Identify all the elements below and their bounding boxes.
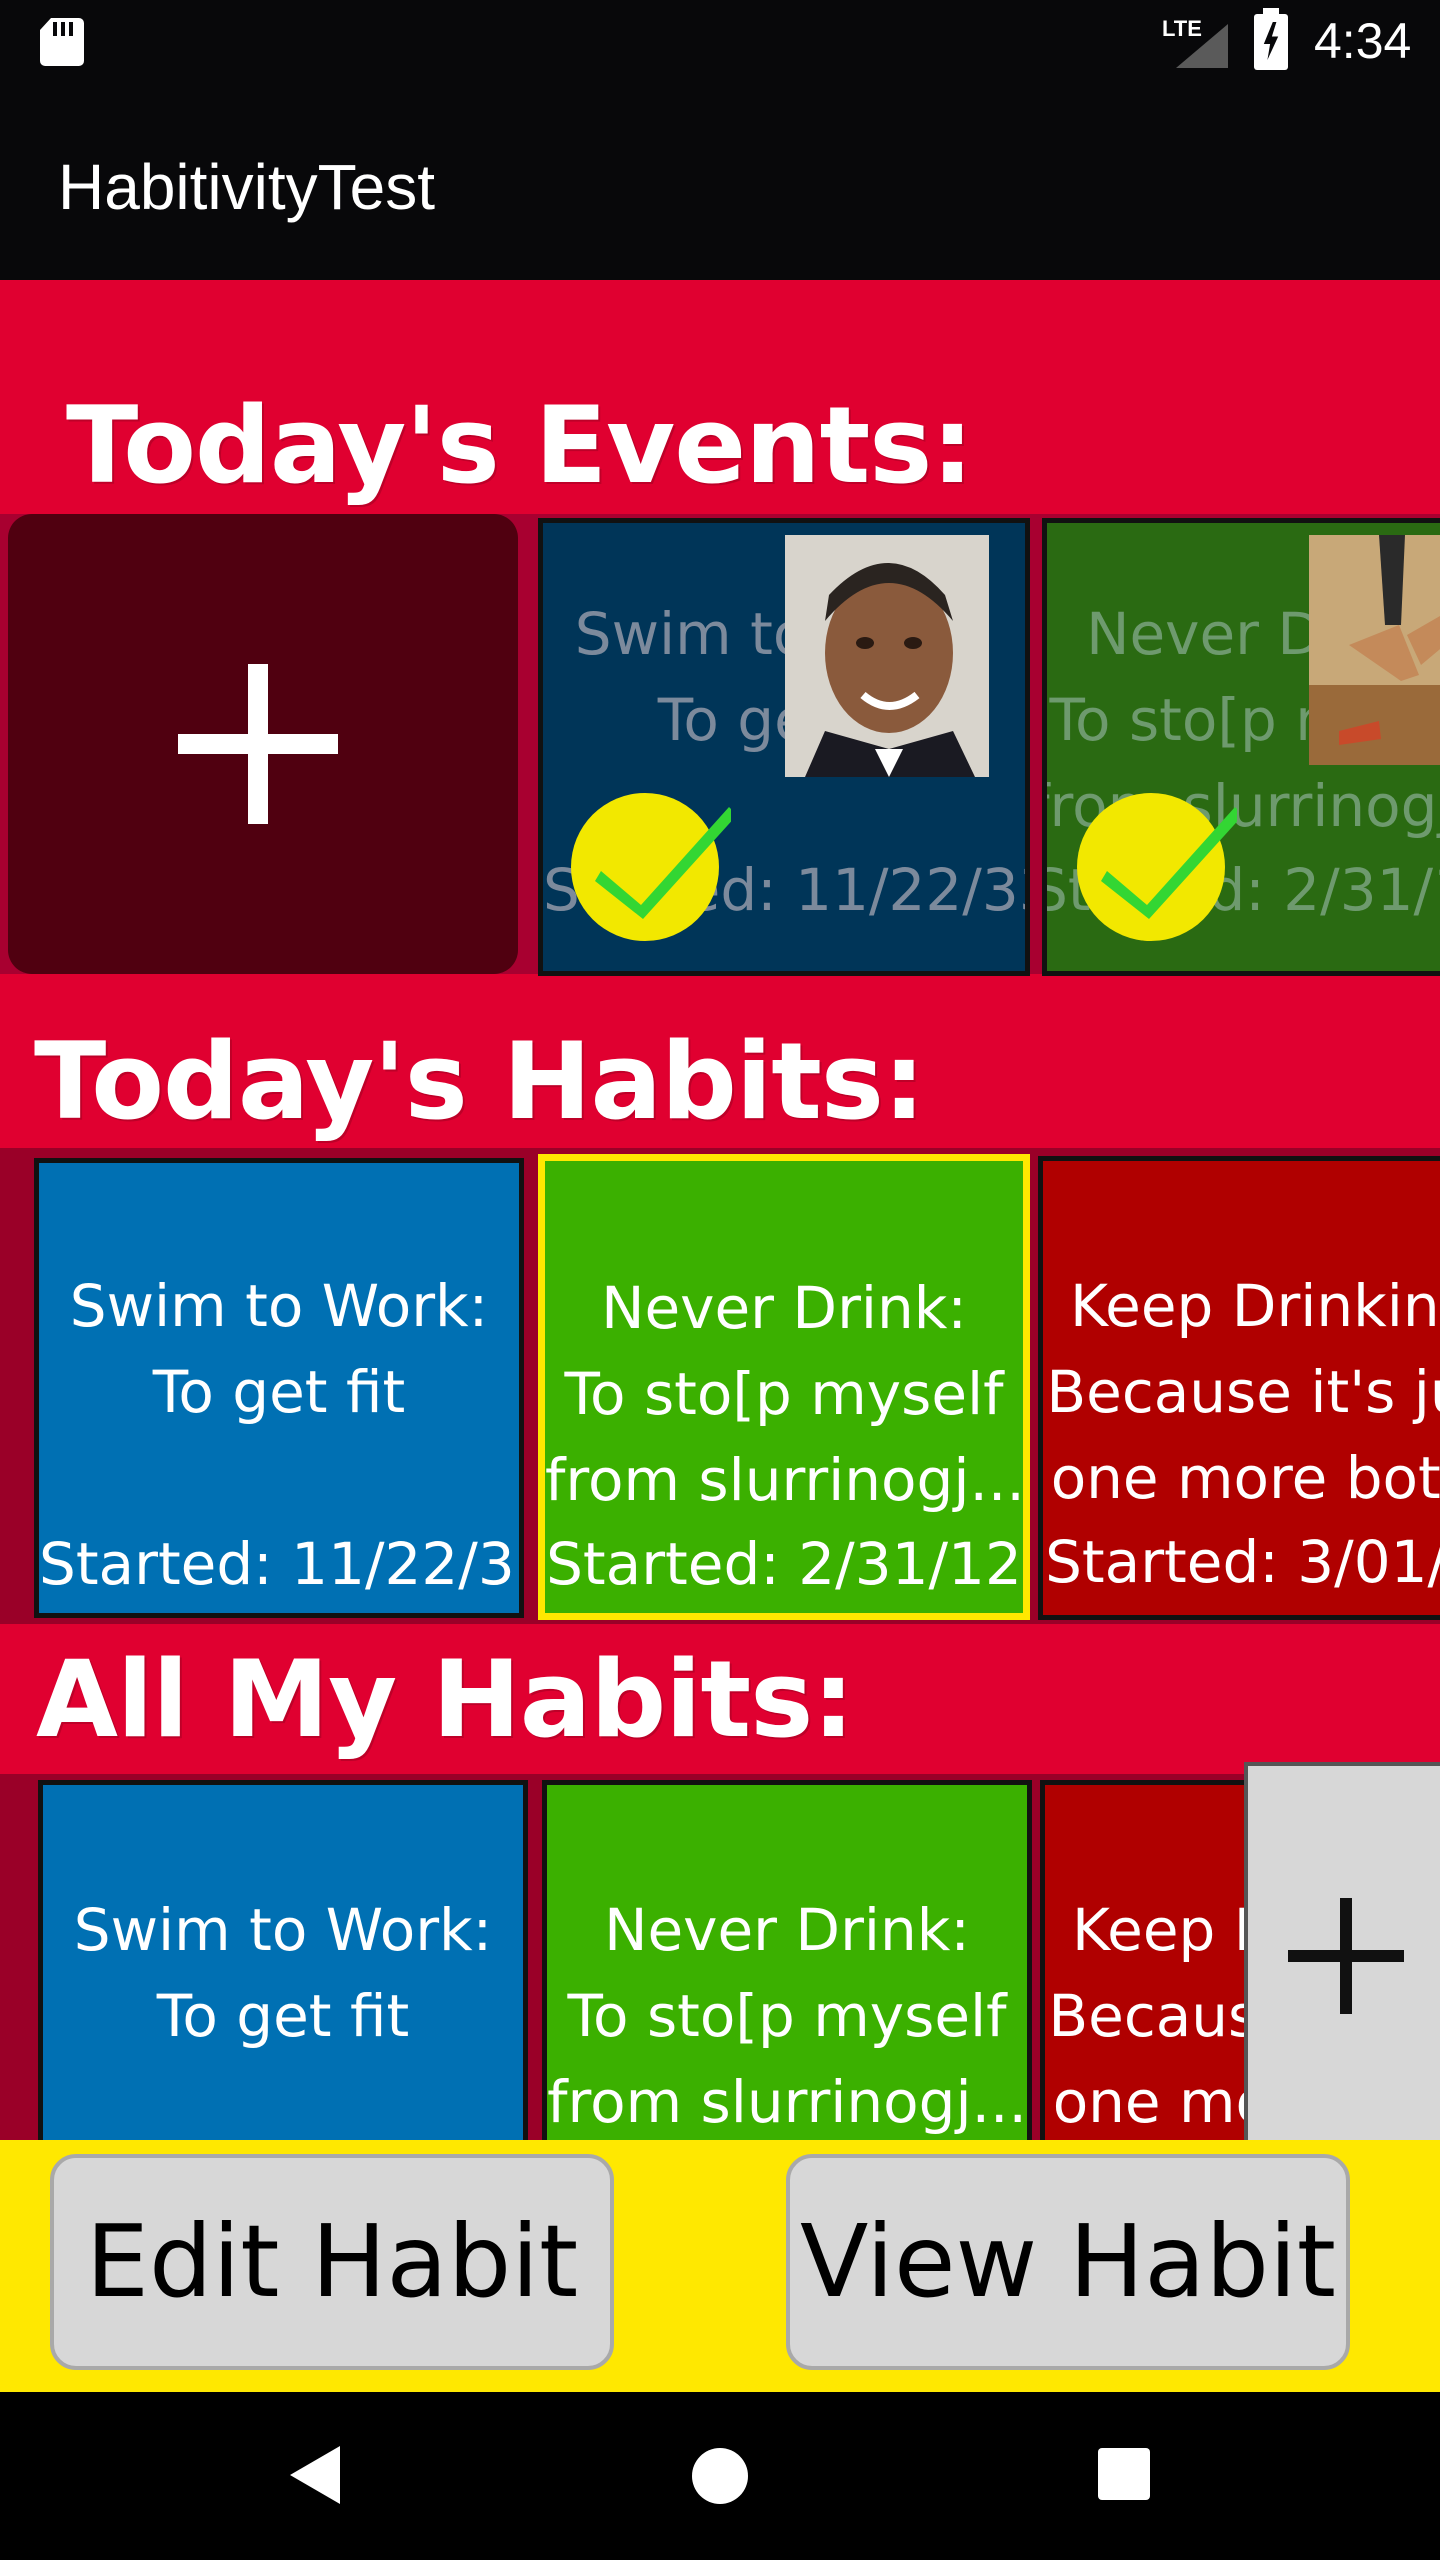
- add-habit-button[interactable]: [1244, 1762, 1440, 2140]
- plus-icon: .add-event .plus-shape::before{left:70px…: [178, 664, 338, 824]
- habit-title: Swim to Work:: [73, 1896, 493, 1964]
- all-habit-card-drink[interactable]: Never Drink: To sto[p myself from slurri…: [542, 1780, 1032, 2140]
- today-habit-card-keep-drinking[interactable]: Keep Drinking: Because it's just one mor…: [1038, 1156, 1440, 1620]
- status-bar: LTE 4:34: [0, 0, 1440, 84]
- add-event-button[interactable]: .add-event .plus-shape::before{left:70px…: [8, 514, 518, 974]
- habit-reason-2: one more bottle: [1050, 1444, 1440, 1512]
- habit-reason: Because it's just: [1046, 1358, 1440, 1426]
- event-card-drink[interactable]: Never Drink: To sto[p myself from slurri…: [1042, 518, 1440, 976]
- app-title: HabitivityTest: [58, 151, 435, 223]
- all-habits-section-title: All My Habits:: [36, 1638, 855, 1761]
- habit-title: Never Drink:: [601, 1274, 967, 1342]
- view-habit-button[interactable]: View Habit: [786, 2154, 1350, 2370]
- network-type-label: LTE: [1162, 16, 1202, 41]
- habit-reason-2: from slurrinogj...: [545, 1446, 1025, 1514]
- habit-started: Started: 3/01/15: [1045, 1528, 1440, 1596]
- habit-started: Started: 2/31/12: [546, 1530, 1022, 1598]
- runner-photo: [1309, 535, 1440, 765]
- habit-reason: To sto[p myself: [567, 1982, 1007, 2050]
- today-habit-card-drink-selected[interactable]: Never Drink: To sto[p myself from slurri…: [538, 1154, 1030, 1620]
- habit-reason: To sto[p myself: [564, 1360, 1004, 1428]
- check-icon: [571, 793, 731, 941]
- habit-title: Keep Drinking:: [1070, 1272, 1440, 1340]
- events-section-title: Today's Events:: [66, 384, 974, 507]
- recent-apps-icon[interactable]: [1098, 2448, 1150, 2500]
- app-bar: HabitivityTest: [0, 84, 1440, 280]
- habit-reason: To get fit: [152, 1358, 406, 1426]
- action-button-bar: Edit Habit View Habit: [0, 2140, 1440, 2392]
- habit-started: Started: 11/22/33: [39, 1530, 524, 1598]
- avatar: [785, 535, 989, 777]
- habit-title: Swim to Work:: [69, 1272, 489, 1340]
- all-habit-card-swim[interactable]: Swim to Work: To get fit: [38, 1780, 528, 2140]
- home-icon[interactable]: [692, 2448, 748, 2504]
- plus-icon: [1288, 1898, 1404, 2014]
- sd-card-icon: [40, 18, 84, 66]
- habit-reason: To get fit: [156, 1982, 410, 2050]
- check-icon: [1077, 793, 1237, 941]
- system-nav-bar: [0, 2392, 1440, 2560]
- today-habits-section-title: Today's Habits:: [34, 1020, 925, 1143]
- event-card-swim[interactable]: Swim to Work: To get fit Started: 11/22/…: [538, 518, 1030, 976]
- habit-reason-2: from slurrinogj...: [547, 2068, 1027, 2136]
- today-habit-card-swim[interactable]: Swim to Work: To get fit Started: 11/22/…: [34, 1158, 524, 1618]
- back-icon[interactable]: [290, 2446, 340, 2504]
- status-clock: 4:34: [1314, 13, 1412, 69]
- battery-charging-icon: [1254, 8, 1288, 70]
- habit-title: Never Drink:: [604, 1896, 970, 1964]
- main-content[interactable]: Today's Events: .add-event .plus-shape::…: [0, 280, 1440, 2140]
- edit-habit-button[interactable]: Edit Habit: [50, 2154, 614, 2370]
